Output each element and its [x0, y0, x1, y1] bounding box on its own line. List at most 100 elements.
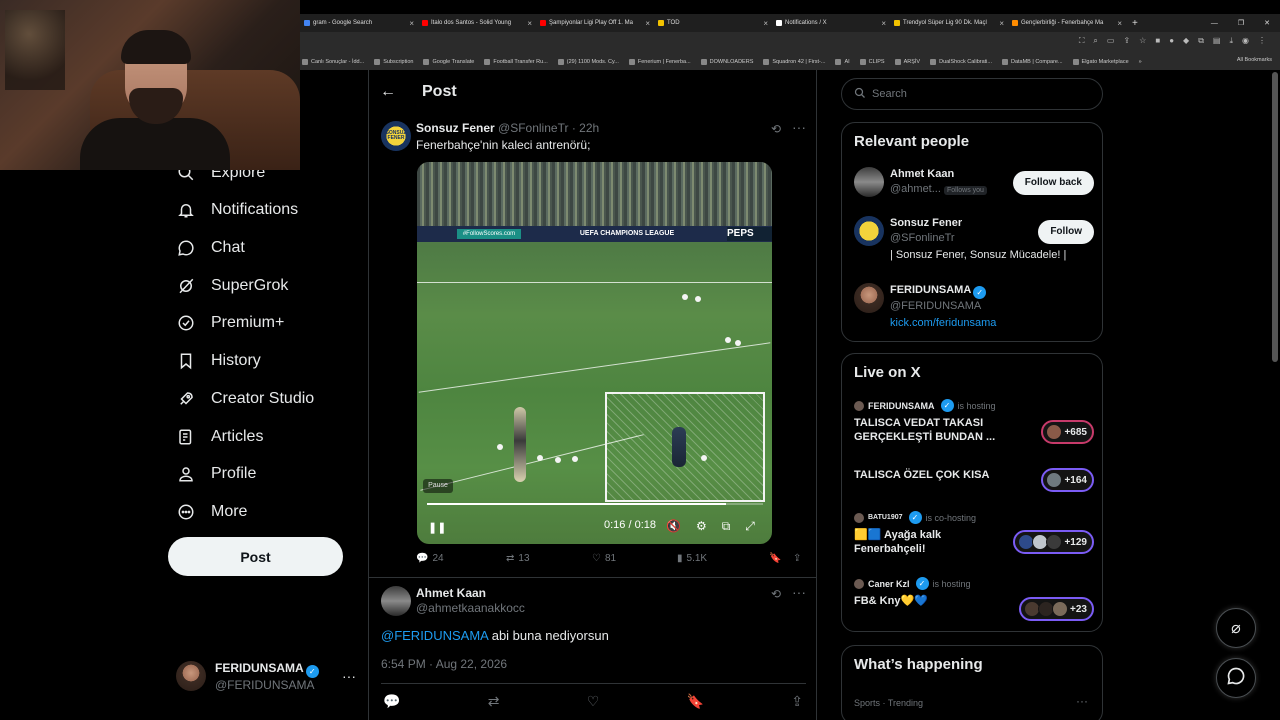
live-item[interactable]: TALISCA ÖZEL ÇOK KISA +164 — [854, 464, 1094, 494]
share-icon[interactable]: ⇪ — [1123, 36, 1130, 46]
back-arrow-icon[interactable]: ← — [380, 83, 396, 101]
search-input[interactable]: Search — [841, 78, 1103, 110]
grok-icon[interactable]: ⟲ — [771, 587, 781, 601]
close-tab-icon[interactable]: × — [1117, 19, 1122, 28]
share-icon[interactable]: ⇪ — [791, 693, 803, 710]
restore-icon[interactable]: ❐ — [1238, 19, 1244, 27]
bookmark[interactable]: Subscription — [374, 59, 413, 65]
browser-tab[interactable]: Trendyol Süper Lig 90 Dk. Maçl × — [890, 19, 1008, 28]
follow-back-button[interactable]: Follow back — [1012, 171, 1094, 195]
person-row[interactable]: FERIDUNSAMA ✓ @FERIDUNSAMA kick.com/ferid… — [854, 283, 1094, 333]
live-participants-pill[interactable]: +129 — [1013, 530, 1094, 554]
browser-tab-active[interactable]: Notifications / X × — [772, 19, 890, 28]
more-bookmarks-icon[interactable]: » — [1139, 59, 1142, 65]
nav-more[interactable]: More — [176, 497, 247, 527]
bookmark-button[interactable]: 🔖 — [769, 553, 793, 564]
avatar[interactable]: SONSUZ FENER — [381, 121, 411, 151]
messages-fab[interactable] — [1216, 658, 1256, 698]
author-name[interactable]: Ahmet Kaan — [416, 586, 525, 601]
share-button[interactable]: ⇪ — [793, 553, 801, 564]
bookmark[interactable]: CLIPS — [859, 59, 885, 65]
close-tab-icon[interactable]: × — [881, 19, 886, 28]
star-icon[interactable]: ☆ — [1139, 36, 1146, 46]
grok-fab[interactable]: ⌀ — [1216, 608, 1256, 648]
pip-icon[interactable]: ⧉ — [722, 519, 731, 534]
repost-icon[interactable]: ⇄ — [488, 693, 500, 710]
account-switcher[interactable]: FERIDUNSAMA ✓ @FERIDUNSAMA ··· — [176, 659, 356, 693]
bookmark[interactable]: Football Transfer Ru... — [484, 59, 548, 65]
repost-button[interactable]: ⇄ 13 — [506, 553, 592, 564]
live-item[interactable]: Caner Kzl ✓ is hosting FB& Kny💛💙 +23 — [854, 577, 1094, 621]
nav-articles[interactable]: Articles — [176, 422, 263, 452]
nav-profile[interactable]: Profile — [176, 459, 256, 489]
person-row[interactable]: Ahmet Kaan @ahmet... Follows you Follow … — [854, 167, 1094, 201]
grok-icon[interactable]: ⟲ — [771, 122, 781, 136]
browser-tab[interactable]: Gençlerbirliği - Fenerbahçe Ma × — [1008, 19, 1126, 28]
cast-icon[interactable]: ▭ — [1107, 36, 1115, 46]
post-button[interactable]: Post — [168, 537, 343, 576]
browser-tab[interactable]: TOD × — [654, 19, 772, 28]
bookmark[interactable]: Squadron 42 | First-... — [763, 59, 825, 65]
extension-icon[interactable]: ● — [1169, 36, 1174, 46]
settings-icon[interactable]: ⚙ — [696, 519, 707, 534]
nav-history[interactable]: History — [176, 346, 261, 376]
video-player[interactable]: #FollowScores.com UEFA CHAMPIONS LEAGUE … — [417, 162, 772, 544]
extension-icon[interactable]: ◆ — [1183, 36, 1189, 46]
close-tab-icon[interactable]: × — [999, 19, 1004, 28]
browser-tab[interactable]: gram - Google Search × — [300, 19, 418, 28]
live-item[interactable]: BATU1907 ✓ is co-hosting 🟨🟦 Ayağa kalk Fen… — [854, 511, 1094, 561]
nav-notifications[interactable]: Notifications — [176, 195, 298, 225]
page-scrollbar[interactable] — [1272, 72, 1278, 362]
nav-creator-studio[interactable]: Creator Studio — [176, 384, 314, 414]
bookmark[interactable]: Elgato Marketplace — [1072, 59, 1129, 65]
puzzle-icon[interactable]: ⧉ — [1198, 36, 1204, 46]
bookmark[interactable]: AI — [835, 59, 850, 65]
bookmark[interactable]: (29) 1100 Mods. Cy... — [557, 59, 619, 65]
heart-icon[interactable]: ♡ — [587, 693, 600, 710]
menu-icon[interactable]: ⋮ — [1258, 36, 1266, 46]
author-handle[interactable]: @SFonlineTr — [498, 121, 568, 135]
close-tab-icon[interactable]: × — [763, 19, 768, 28]
bookmark-icon[interactable]: 🔖 — [687, 693, 704, 710]
pause-icon[interactable]: ❚❚ — [428, 521, 446, 534]
profile-link[interactable]: kick.com/feridunsama — [890, 316, 996, 331]
mute-icon[interactable]: 🔇 — [666, 519, 681, 534]
bookmark[interactable]: Google Translate — [423, 59, 474, 65]
translate-icon[interactable]: ⛶ — [1079, 36, 1085, 46]
avatar[interactable] — [381, 586, 411, 616]
browser-tab[interactable]: Şampiyonlar Ligi Play Off 1. Ma × — [536, 19, 654, 28]
download-icon[interactable]: ⤓ — [1229, 36, 1233, 46]
bookmark[interactable]: ARŞİV — [894, 59, 920, 65]
follow-button[interactable]: Follow — [1038, 220, 1094, 244]
all-bookmarks[interactable]: All Bookmarks — [1237, 57, 1272, 63]
zoom-icon[interactable]: ⌕ — [1093, 36, 1097, 46]
more-horizontal-icon[interactable]: ··· — [792, 584, 806, 600]
author-name[interactable]: Sonsuz Fener — [416, 121, 495, 135]
fullscreen-icon[interactable]: ⤢ — [745, 519, 755, 534]
extension-icon[interactable]: ■ — [1155, 36, 1160, 46]
tweet-time[interactable]: · 22h — [572, 121, 599, 135]
minimize-icon[interactable]: — — [1211, 20, 1218, 27]
browser-tab[interactable]: İtalo dos Santos - Solid Young × — [418, 19, 536, 28]
author-handle[interactable]: @ahmetkaanakkocc — [416, 601, 525, 616]
like-button[interactable]: ♡ 81 — [592, 553, 677, 564]
person-row[interactable]: Sonsuz Fener @SFonlineTr | Sonsuz Fener,… — [854, 216, 1094, 268]
reply-icon[interactable]: 💬 — [383, 693, 400, 710]
close-tab-icon[interactable]: × — [645, 19, 650, 28]
bookmark[interactable]: Fenerium | Fenerba... — [628, 59, 691, 65]
nav-supergrok[interactable]: SuperGrok — [176, 271, 288, 301]
live-item[interactable]: FERIDUNSAMA ✓ is hosting TALISCA VEDAT TAK… — [854, 399, 1094, 449]
close-window-icon[interactable]: ✕ — [1264, 19, 1270, 27]
live-participants-pill[interactable]: +23 — [1019, 597, 1094, 621]
bookmark[interactable]: Canlı Sonuçlar - İdd... — [302, 59, 364, 65]
live-participants-pill[interactable]: +685 — [1041, 420, 1094, 444]
bookmark[interactable]: DataMB | Compare... — [1001, 59, 1063, 65]
close-tab-icon[interactable]: × — [409, 19, 414, 28]
more-horizontal-icon[interactable]: ··· — [1076, 694, 1088, 708]
bookmark[interactable]: DualShock Calibrati... — [930, 59, 992, 65]
more-horizontal-icon[interactable]: ··· — [792, 119, 806, 135]
profile-icon[interactable]: ◉ — [1242, 36, 1249, 46]
new-tab-button[interactable]: + — [1132, 18, 1138, 29]
sidebar-icon[interactable]: ▤ — [1213, 36, 1221, 46]
live-participants-pill[interactable]: +164 — [1041, 468, 1094, 492]
